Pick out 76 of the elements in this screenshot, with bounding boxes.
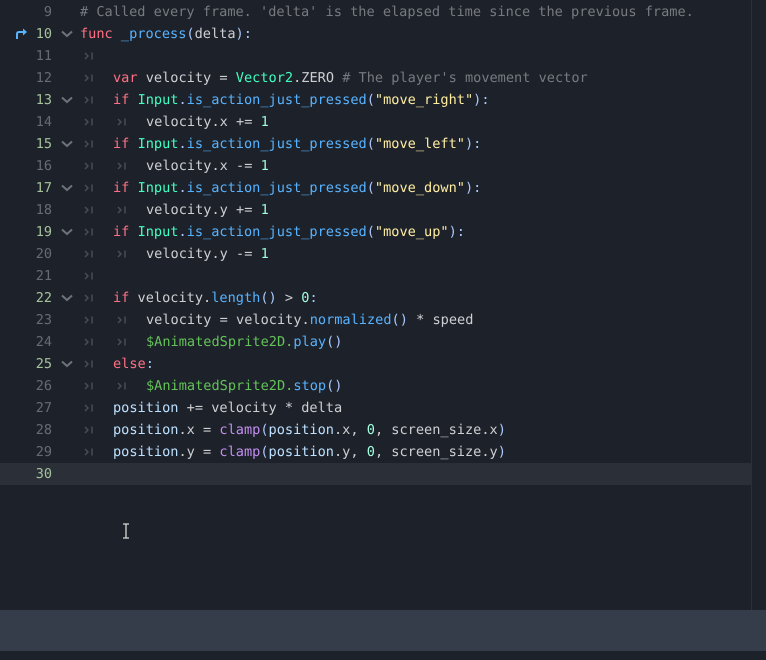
fold-chevron-icon[interactable]: [60, 96, 72, 104]
tab-marker-icon: [84, 184, 94, 192]
line-number: 30: [34, 466, 52, 482]
tab-marker-icon: [84, 96, 94, 104]
line-number: 17: [34, 180, 52, 196]
code-line: if Input.is_action_just_pressed("move_down"):: [113, 180, 482, 196]
tab-marker-icon: [84, 52, 94, 60]
tab-marker-icon: [84, 426, 94, 434]
fold-chevron-icon[interactable]: [60, 294, 72, 302]
tab-marker-icon: [117, 316, 127, 324]
line-number: 16: [34, 158, 52, 174]
tab-marker-icon: [84, 206, 94, 214]
line-number: 9: [42, 4, 52, 20]
tab-marker-icon: [84, 338, 94, 346]
code-line: position.x = clamp(position.x, 0, screen_size.x): [113, 422, 506, 438]
tab-marker-icon: [117, 162, 127, 170]
tab-marker-icon: [84, 294, 94, 302]
line-number: 29: [34, 444, 52, 460]
code-line: else:: [113, 356, 154, 372]
line-number: 28: [34, 422, 52, 438]
tab-marker-icon: [117, 250, 127, 258]
code-line: position += velocity * delta: [113, 400, 342, 416]
line-number: 26: [34, 378, 52, 394]
tab-marker-icon: [84, 272, 94, 280]
code-line: velocity.x -= 1: [146, 158, 269, 174]
fold-chevron-icon[interactable]: [60, 30, 72, 38]
line-number: 19: [34, 224, 52, 240]
fold-chevron-icon[interactable]: [60, 228, 72, 236]
tab-marker-icon: [84, 316, 94, 324]
line-number: 21: [34, 268, 52, 284]
tab-marker-icon: [117, 338, 127, 346]
fold-chevron-icon[interactable]: [60, 140, 72, 148]
code-line: var velocity = Vector2.ZERO # The player's movement vector: [113, 70, 588, 86]
code-line: velocity.x += 1: [146, 114, 269, 130]
code-line: func _process(delta):: [80, 26, 252, 42]
line-number: 10: [34, 26, 52, 42]
code-line: if Input.is_action_just_pressed("move_right"):: [113, 92, 490, 108]
tab-marker-icon: [84, 404, 94, 412]
code-line: velocity = velocity.normalized() * speed: [146, 312, 474, 328]
override-arrow-icon[interactable]: [14, 28, 28, 40]
code-line: velocity.y += 1: [146, 202, 269, 218]
line-number: 15: [34, 136, 52, 152]
code-line: position.y = clamp(position.y, 0, screen_size.y): [113, 444, 506, 460]
line-number: 18: [34, 202, 52, 218]
tab-marker-icon: [117, 118, 127, 126]
tab-marker-icon: [84, 250, 94, 258]
fold-chevron-icon[interactable]: [60, 360, 72, 368]
code-line: if velocity.length() > 0:: [113, 290, 318, 306]
tab-marker-icon: [84, 140, 94, 148]
code-line: $AnimatedSprite2D.stop(): [146, 378, 342, 394]
code-line: $AnimatedSprite2D.play(): [146, 334, 342, 350]
line-number: 27: [34, 400, 52, 416]
tab-marker-icon: [84, 360, 94, 368]
tab-marker-icon: [84, 382, 94, 390]
line-number: 25: [34, 356, 52, 372]
line-number: 12: [34, 70, 52, 86]
line-number: 13: [34, 92, 52, 108]
tab-marker-icon: [84, 448, 94, 456]
code-line: velocity.y -= 1: [146, 246, 269, 262]
tab-marker-icon: [117, 382, 127, 390]
code-line: if Input.is_action_just_pressed("move_left"):: [113, 136, 482, 152]
line-number: 23: [34, 312, 52, 328]
line-number: 14: [34, 114, 52, 130]
line-number: 20: [34, 246, 52, 262]
code-line: # Called every frame. 'delta' is the elapsed time since the previous frame.: [80, 4, 694, 20]
tab-marker-icon: [84, 228, 94, 236]
line-number: 11: [34, 48, 52, 64]
fold-chevron-icon[interactable]: [60, 184, 72, 192]
tab-marker-icon: [84, 118, 94, 126]
code-line: if Input.is_action_just_pressed("move_up"):: [113, 224, 465, 240]
tab-marker-icon: [84, 74, 94, 82]
line-number: 24: [34, 334, 52, 350]
tab-marker-icon: [84, 162, 94, 170]
text-cursor-icon: [122, 523, 130, 539]
tab-marker-icon: [117, 206, 127, 214]
line-number: 22: [34, 290, 52, 306]
